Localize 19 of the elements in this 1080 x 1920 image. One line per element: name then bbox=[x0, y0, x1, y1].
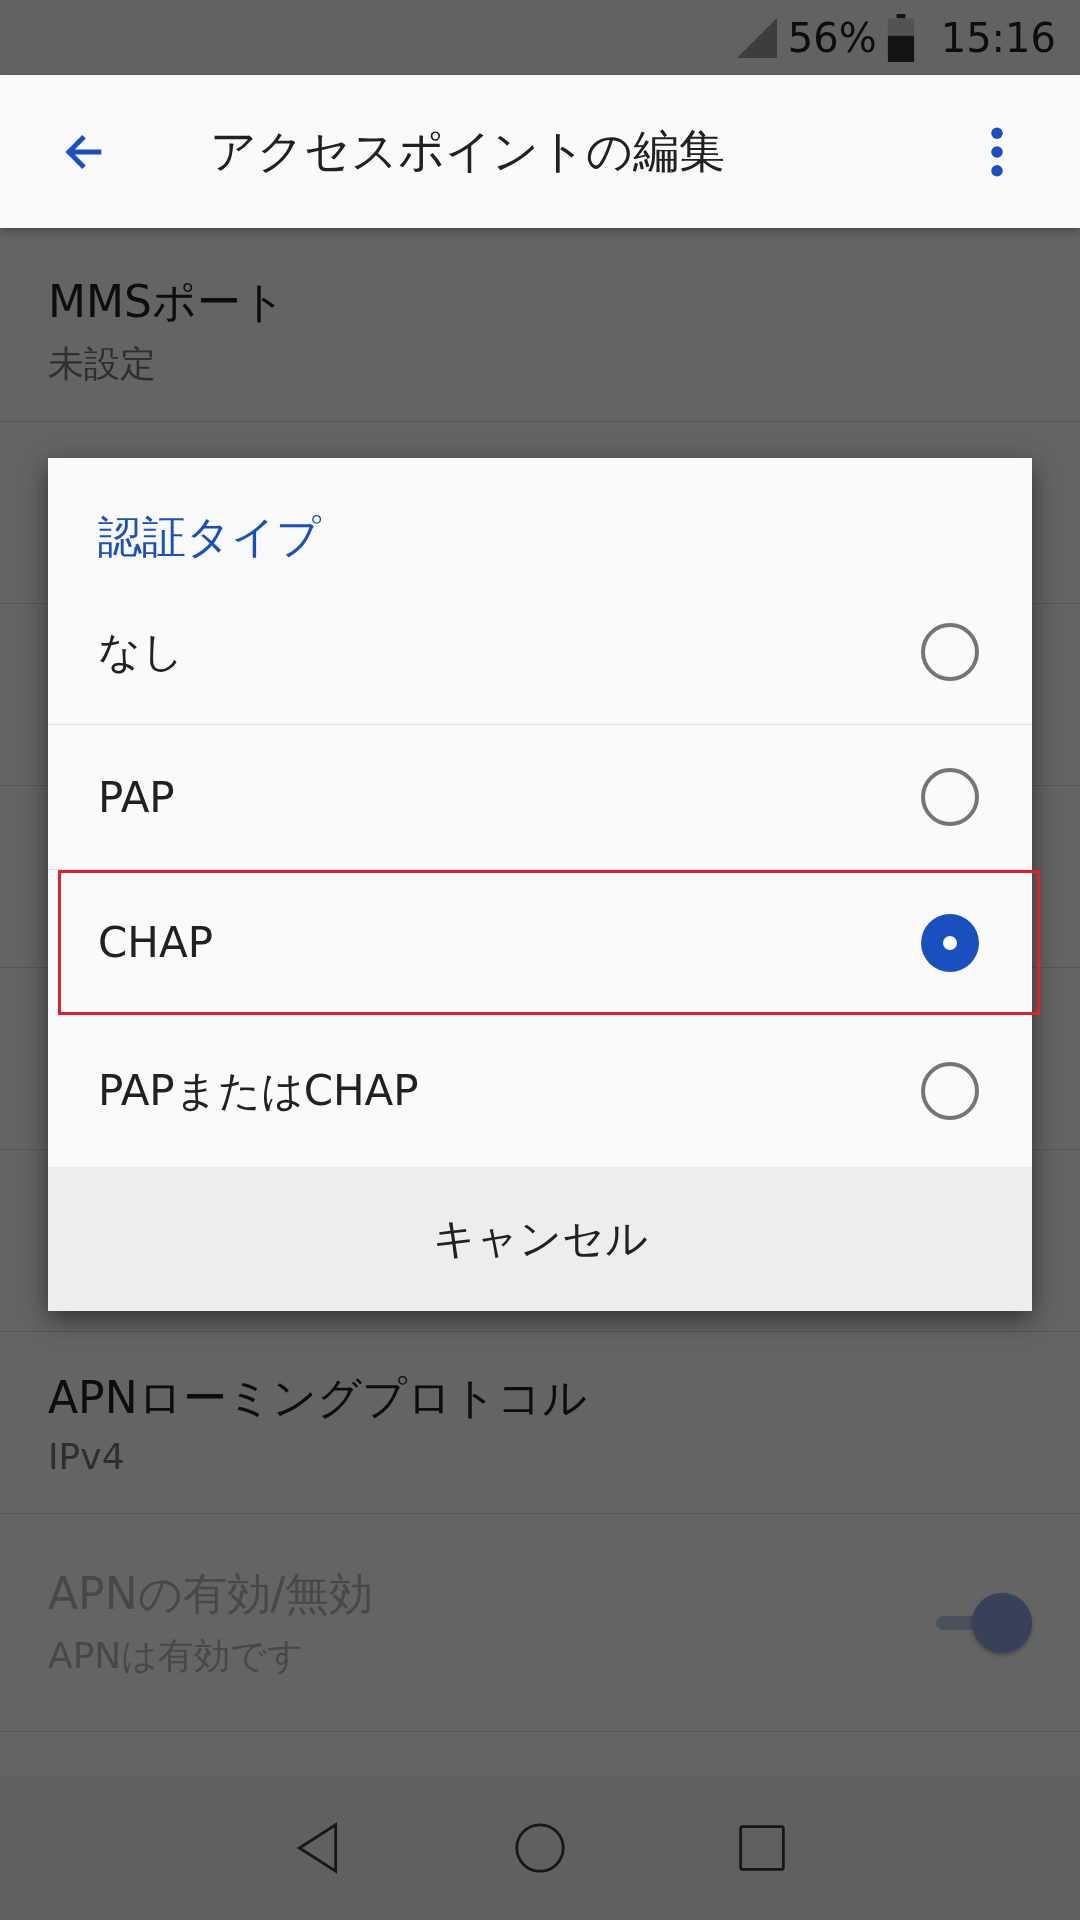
screen-title: アクセスポイントの編集 bbox=[210, 122, 726, 180]
setting-title: APNローミングプロトコル bbox=[48, 1370, 588, 1425]
clock: 15:16 bbox=[940, 14, 1056, 61]
radio-button[interactable] bbox=[920, 912, 980, 973]
radio-button[interactable] bbox=[920, 767, 980, 827]
option-row[interactable]: PAP bbox=[48, 725, 1032, 870]
radio-button[interactable] bbox=[920, 1061, 980, 1121]
cancel-button[interactable]: キャンセル bbox=[48, 1167, 1032, 1311]
option-row[interactable]: なし bbox=[48, 580, 1032, 725]
battery-level: 56% bbox=[787, 14, 877, 61]
option-row[interactable]: CHAP bbox=[58, 870, 1040, 1015]
setting-title: MMSポート bbox=[48, 274, 287, 329]
dialog-title: 認証タイプ bbox=[97, 510, 322, 564]
more-options-icon[interactable] bbox=[990, 126, 1004, 177]
radio-button[interactable] bbox=[920, 622, 980, 682]
battery-icon bbox=[886, 13, 915, 62]
home-icon[interactable] bbox=[514, 1821, 566, 1874]
option-row[interactable]: PAPまたはCHAP bbox=[48, 1015, 1032, 1167]
signal-icon bbox=[735, 17, 778, 58]
